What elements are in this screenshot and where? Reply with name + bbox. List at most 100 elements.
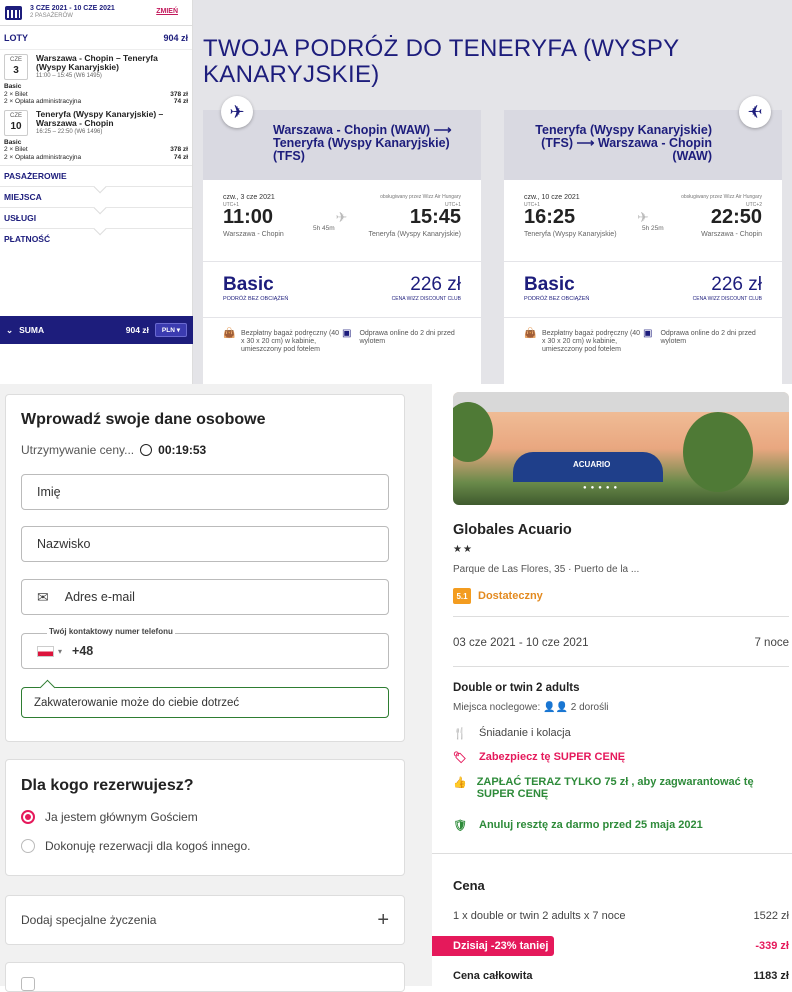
phone-label: Twój kontaktowy numer telefonu: [47, 627, 175, 636]
chevron-down-icon[interactable]: ▾: [58, 647, 62, 656]
shield-check-icon: 🛡: [453, 820, 467, 832]
flight-card-outbound: Warszawa - Chopin (WAW) ⟶ Teneryfa (Wysp…: [203, 110, 481, 384]
sum-bar[interactable]: ⌄ SUMA 904 zł PLN ▾: [0, 316, 193, 344]
info-hint: Zakwaterowanie może do ciebie dotrzeć: [21, 687, 389, 718]
perk-bag: Bezpłatny bagaż podręczny (40 x 30 x 20 …: [241, 330, 340, 353]
price-note: CENA WIZZ DISCOUNT CLUB: [391, 296, 461, 302]
perk-checkin: Odprawa online do 2 dni przed wylotem: [359, 330, 455, 345]
discount-line: Dzisiaj -23% taniej -339 zł: [432, 936, 789, 956]
fare-subtitle: PODRÓŻ BEZ OBCIĄŻEŃ: [223, 296, 289, 302]
super-price: 🏷 Zabezpiecz tę SUPER CENĘ: [453, 751, 626, 764]
hotel-name[interactable]: Globales Acuario: [453, 522, 572, 538]
price-line: 1 x double or twin 2 adults x 7 noce 1522…: [453, 910, 789, 922]
departure-plane-icon: ✈: [221, 96, 253, 128]
arrival-time: 22:50: [710, 206, 762, 228]
booking-form: Wprowadź swoje dane osobowe Utrzymywanie…: [0, 384, 432, 992]
hotel-stars: ★★: [453, 544, 473, 555]
flight-time: 16:25 – 22:50 (W6 1496): [36, 128, 103, 135]
booking-for-card: Dla kogo rezerwujesz? Ja jestem głównym …: [5, 759, 405, 876]
flight-duration: 5h 45m: [313, 225, 335, 232]
departure-time: 16:25: [524, 206, 576, 228]
flight-card-return: Teneryfa (Wyspy Kanaryjskie) (TFS) ⟶ War…: [504, 110, 782, 384]
fare-price: 226 zł: [711, 274, 762, 295]
next-card: [5, 962, 405, 992]
sum-label: SUMA: [19, 325, 45, 335]
cart-sidebar: 3 CZE 2021 - 10 CZE 2021 2 PASAŻERÓW ZMI…: [0, 0, 193, 384]
perk-bag: Bezpłatny bagaż podręczny (40 x 30 x 20 …: [542, 330, 641, 353]
departure-airport: Teneryfa (Wyspy Kanaryjskie): [524, 231, 617, 238]
radio-unselected[interactable]: [21, 839, 35, 853]
trip-dates: 3 CZE 2021 - 10 CZE 2021: [30, 5, 115, 12]
card-times: czw., 3 cze 2021 obsługiwany przez Wizz A…: [203, 180, 481, 262]
radio-main-guest[interactable]: Ja jestem głównym Gościem: [21, 810, 198, 824]
flights-total: 904 zł: [163, 32, 188, 43]
room-type: Double or twin 2 adults: [453, 682, 580, 694]
price-title: Cena: [453, 878, 485, 893]
fare-price: 226 zł: [410, 274, 461, 295]
checkin-icon: ▣: [643, 328, 653, 339]
total-line: Cena całkowita 1183 zł: [453, 970, 789, 982]
checkbox[interactable]: [21, 977, 35, 991]
perk-checkin: Odprawa online do 2 dni przed wylotem: [660, 330, 756, 345]
email-field[interactable]: ✉ Adres e-mail: [21, 579, 389, 615]
card-route: Teneryfa (Wyspy Kanaryjskie) (TFS) ⟶ War…: [535, 123, 712, 163]
hotel-summary: ACUARIO ●●●●● Globales Acuario ★★ Parque…: [432, 384, 792, 986]
envelope-icon: ✉: [37, 588, 49, 605]
radio-someone-else[interactable]: Dokonuję rezerwacji dla kogoś innego.: [21, 839, 250, 853]
special-requests[interactable]: Dodaj specjalne życzenia +: [5, 895, 405, 945]
fare-name: Basic: [524, 274, 575, 295]
operator: obsługiwany przez Wizz Air Hungary: [681, 194, 762, 200]
last-name-field[interactable]: Nazwisko: [21, 526, 389, 562]
hotel-photo[interactable]: ACUARIO ●●●●●: [453, 392, 789, 505]
chevron-down-icon: ⌄: [6, 324, 14, 335]
flight-date: czw., 10 cze 2021: [524, 194, 580, 201]
first-name-field[interactable]: Imię: [21, 474, 389, 510]
fare-breakdown-return: Basic 2 × Bilet 378 zł 2 × Opłata adminis…: [4, 138, 188, 161]
arrival-airport: Warszawa - Chopin: [701, 231, 762, 238]
carousel-dots[interactable]: ●●●●●: [583, 485, 621, 491]
poland-flag-icon[interactable]: [37, 645, 54, 657]
arrival-time: 15:45: [409, 206, 461, 228]
price-hold: Utrzymywanie ceny... 00:19:53: [21, 443, 207, 457]
fare-name: Basic: [223, 274, 274, 295]
departure-time: 11:00: [223, 206, 274, 228]
hold-timer: 00:19:53: [158, 443, 207, 457]
card-route: Warszawa - Chopin (WAW) ⟶ Teneryfa (Wysp…: [273, 123, 452, 163]
date-box: CZE 3: [4, 54, 28, 80]
form-title: Wprowadź swoje dane osobowe: [21, 411, 266, 428]
phone-field[interactable]: Twój kontaktowy numer telefonu ▾ +48: [21, 627, 389, 669]
return-plane-icon: ✈: [739, 96, 771, 128]
change-link[interactable]: ZMIEŃ: [156, 8, 178, 15]
flight-overview: TWOJA PODRÓŻ DO TENERYFA (WYSPY KANARYJS…: [193, 0, 792, 384]
flight-time: 11:00 – 15:45 (W6 1495): [36, 73, 102, 79]
hotel-address: Parque de Las Flores, 35 · Puerto de la …: [453, 564, 640, 575]
section-payment[interactable]: PŁATNOŚĆ: [0, 228, 192, 249]
flight-return: CZE 10 Teneryfa (Wyspy Kanaryjskie) – War…: [0, 106, 192, 139]
cutlery-icon: 🍴: [453, 728, 467, 740]
hotel-sign: ACUARIO: [513, 452, 663, 482]
discount-badge: Dzisiaj -23% taniej: [432, 936, 555, 956]
pay-now-note: 👍 ZAPŁAĆ TERAZ TYLKO 75 zł , aby zagwaran…: [453, 776, 754, 800]
departure-airport: Warszawa - Chopin: [223, 231, 284, 238]
radio-selected[interactable]: [21, 810, 35, 824]
airplane-icon: ✈: [637, 209, 649, 225]
rating-label: Dostateczny: [478, 590, 543, 602]
card-times: czw., 10 cze 2021 obsługiwany przez Wizz …: [504, 180, 782, 262]
free-cancel: 🛡 Anuluj resztę za darmo przed 25 maja 20…: [453, 819, 703, 832]
calendar-icon: [5, 5, 22, 20]
rating-badge: 5.1: [453, 588, 471, 604]
currency-select[interactable]: PLN ▾: [154, 323, 187, 337]
personal-details-card: Wprowadź swoje dane osobowe Utrzymywanie…: [5, 394, 405, 742]
flight-date: czw., 3 cze 2021: [223, 194, 275, 201]
bag-icon: 👜: [223, 328, 236, 339]
fare-row: Basic PODRÓŻ BEZ OBCIĄŻEŃ 226 zł CENA WIZZ…: [504, 262, 782, 318]
trip-summary-header: 3 CZE 2021 - 10 CZE 2021 2 PASAŻERÓW ZMI…: [0, 0, 192, 26]
fare-perks: 👜 Bezpłatny bagaż podręczny (40 x 30 x 20…: [203, 318, 481, 354]
fare-perks: 👜 Bezpłatny bagaż podręczny (40 x 30 x 20…: [504, 318, 782, 354]
flight-duration: 5h 25m: [642, 225, 664, 232]
price-note: CENA WIZZ DISCOUNT CLUB: [692, 296, 762, 302]
date-box: CZE 10: [4, 109, 28, 136]
flights-row: LOTY 904 zł: [0, 26, 192, 50]
bag-icon: 👜: [524, 328, 537, 339]
plus-icon[interactable]: +: [377, 909, 389, 932]
